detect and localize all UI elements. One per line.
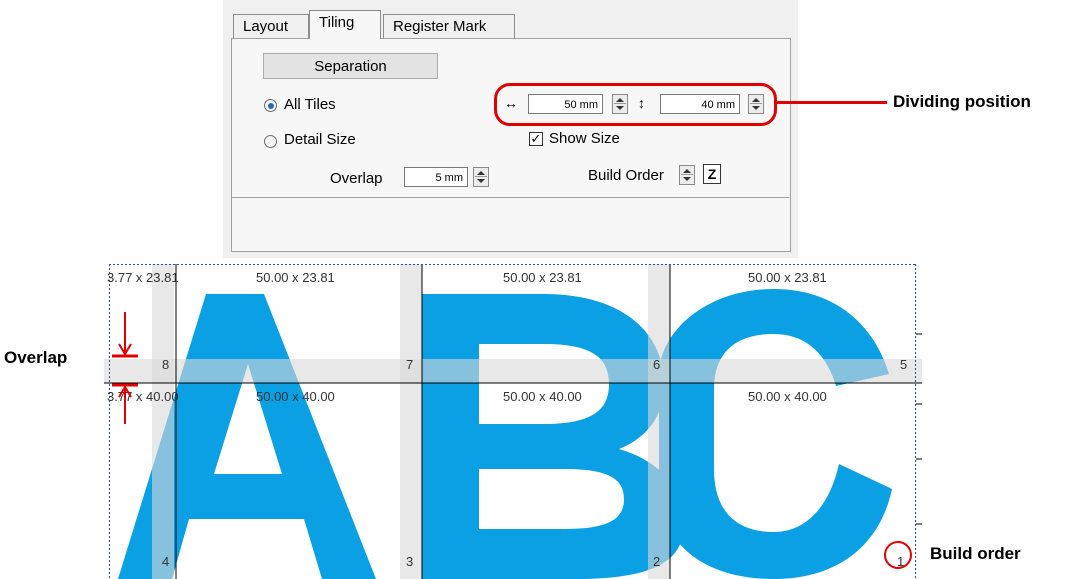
build-order-highlight	[884, 541, 912, 569]
tile-size-label: 50.00 x 23.81	[256, 270, 335, 285]
tile-number: 6	[653, 357, 661, 372]
detail-size-label: Detail Size	[284, 131, 356, 148]
tiling-preview	[104, 264, 922, 579]
tile-number: 4	[162, 554, 170, 569]
letter-c-shape	[659, 289, 892, 579]
tile-size-label: 50.00 x 23.81	[503, 270, 582, 285]
tab-layout[interactable]: Layout	[233, 14, 309, 38]
overlap-stepper[interactable]	[473, 167, 489, 187]
tile-size-label: 50.00 x 40.00	[748, 389, 827, 404]
build-order-stepper[interactable]	[679, 165, 695, 185]
overlap-field[interactable]: 5 mm	[404, 167, 468, 187]
tile-size-label: 50.00 x 40.00	[256, 389, 335, 404]
dividing-position-annotation: Dividing position	[893, 92, 1031, 111]
build-order-icon[interactable]: Z	[703, 164, 721, 184]
tab-tiling[interactable]: Tiling	[309, 10, 381, 39]
build-order-label: Build Order	[588, 167, 664, 184]
all-tiles-radio[interactable]	[264, 99, 277, 112]
tile-number: 2	[653, 554, 661, 569]
tile-size-label: 50.00 x 23.81	[748, 270, 827, 285]
dividing-position-highlight	[494, 83, 777, 126]
all-tiles-label: All Tiles	[284, 96, 336, 113]
overlap-annotation: Overlap	[4, 348, 68, 367]
separation-button[interactable]: Separation	[263, 53, 438, 79]
tile-number: 5	[900, 357, 908, 372]
tiling-dialog: Layout Tiling Register Mark Separation A…	[223, 0, 798, 258]
tile-number: 8	[162, 357, 170, 372]
tile-number: 3	[406, 554, 414, 569]
panel-divider	[231, 197, 789, 198]
tile-size-label: 50.00 x 40.00	[503, 389, 582, 404]
show-size-label: Show Size	[549, 130, 620, 147]
detail-size-radio[interactable]	[264, 135, 277, 148]
tile-number: 7	[406, 357, 414, 372]
overlap-marker	[112, 312, 138, 424]
build-order-annotation: Build order	[930, 544, 1021, 563]
overlap-label: Overlap	[330, 170, 383, 187]
show-size-checkbox[interactable]: ✓	[529, 132, 543, 146]
tile-size-label: 3.77 x 23.81	[107, 270, 179, 285]
tab-register-mark[interactable]: Register Mark	[383, 14, 515, 38]
dividing-position-pointer	[777, 101, 887, 104]
letter-b-shape	[422, 294, 684, 579]
